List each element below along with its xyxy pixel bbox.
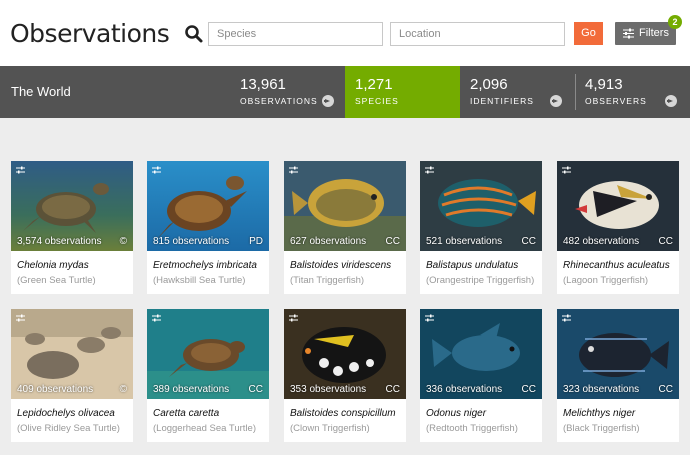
species-card[interactable]: 353 observations CC Balistoides conspici… [284,309,406,442]
license-label: © [119,384,127,395]
observers-label: OBSERVERS [585,96,647,106]
scientific-name[interactable]: Eretmochelys imbricata [153,260,257,271]
common-name: (Hawksbill Sea Turtle) [153,275,246,286]
scientific-name[interactable]: Balistoides conspicillum [290,408,396,419]
observation-count: 336 observations [426,384,503,395]
scientific-name[interactable]: Balistapus undulatus [426,260,518,271]
arrow-right-icon[interactable] [322,95,334,107]
sliders-icon [16,314,25,322]
common-name: (Redtooth Triggerfish) [426,423,518,434]
license-label: CC [521,236,536,247]
sliders-icon [16,166,25,174]
filters-label: Filters [639,27,669,39]
observation-count: 627 observations [290,236,367,247]
sliders-icon [289,314,298,322]
observation-count: 482 observations [563,236,640,247]
species-card[interactable]: 323 observations CC Melichthys niger (Bl… [557,309,679,442]
identifiers-count: 2,096 [470,76,508,93]
species-card[interactable]: 336 observations CC Odonus niger (Redtoo… [420,309,542,442]
stat-species[interactable]: 1,271 SPECIES [345,66,460,118]
sliders-icon [425,314,434,322]
species-card[interactable]: 815 observations PD Eretmochelys imbrica… [147,161,269,294]
observation-count: 521 observations [426,236,503,247]
license-label: CC [385,384,400,395]
identifiers-label: IDENTIFIERS [470,96,534,106]
license-label: © [119,236,127,247]
species-input[interactable] [208,22,383,46]
license-label: CC [658,384,673,395]
sliders-icon [152,314,161,322]
observers-count: 4,913 [585,76,623,93]
page-title: Observations [10,19,170,48]
stat-observations[interactable]: 13,961 OBSERVATIONS [230,66,345,118]
scientific-name[interactable]: Caretta caretta [153,408,219,419]
common-name: (Titan Triggerfish) [290,275,365,286]
license-label: CC [248,384,263,395]
arrow-right-icon[interactable] [550,95,562,107]
species-label: SPECIES [355,96,399,106]
sliders-icon [623,28,634,39]
arrow-right-icon[interactable] [665,95,677,107]
observations-label: OBSERVATIONS [240,96,318,106]
filters-count-badge: 2 [668,15,682,29]
scientific-name[interactable]: Chelonia mydas [17,260,89,271]
stat-observers[interactable]: 4,913 OBSERVERS [575,66,690,118]
header: Observations Go Filters 2 [0,0,690,66]
common-name: (Green Sea Turtle) [17,275,96,286]
common-name: (Black Triggerfish) [563,423,640,434]
sliders-icon [152,166,161,174]
species-count: 1,271 [355,76,393,93]
common-name: (Loggerhead Sea Turtle) [153,423,256,434]
scientific-name[interactable]: Lepidochelys olivacea [17,408,115,419]
observation-count: 815 observations [153,236,230,247]
location-input[interactable] [390,22,565,46]
license-label: CC [521,384,536,395]
scientific-name[interactable]: Melichthys niger [563,408,635,419]
species-card[interactable]: 409 observations © Lepidochelys olivacea… [11,309,133,442]
stats-bar: The World 13,961 OBSERVATIONS 1,271 SPEC… [0,66,690,118]
search-icon[interactable] [184,24,204,44]
sliders-icon [562,314,571,322]
observation-count: 3,574 observations [17,236,102,247]
species-card[interactable]: 521 observations CC Balistapus undulatus… [420,161,542,294]
stat-identifiers[interactable]: 2,096 IDENTIFIERS [460,66,575,118]
license-label: CC [658,236,673,247]
license-label: CC [385,236,400,247]
common-name: (Lagoon Triggerfish) [563,275,649,286]
sliders-icon [289,166,298,174]
species-card[interactable]: 482 observations CC Rhinecanthus aculeat… [557,161,679,294]
observations-count: 13,961 [240,76,286,93]
go-button[interactable]: Go [574,22,603,45]
observation-count: 353 observations [290,384,367,395]
species-card[interactable]: 3,574 observations © Chelonia mydas (Gre… [11,161,133,294]
species-card[interactable]: 627 observations CC Balistoides viridesc… [284,161,406,294]
place-name: The World [11,84,71,99]
common-name: (Orangestripe Triggerfish) [426,275,535,286]
observation-count: 409 observations [17,384,94,395]
filters-button[interactable]: Filters [615,22,676,45]
observation-count: 389 observations [153,384,230,395]
scientific-name[interactable]: Balistoides viridescens [290,260,391,271]
scientific-name[interactable]: Rhinecanthus aculeatus [563,260,670,271]
sliders-icon [562,166,571,174]
scientific-name[interactable]: Odonus niger [426,408,486,419]
common-name: (Olive Ridley Sea Turtle) [17,423,120,434]
species-card[interactable]: 389 observations CC Caretta caretta (Log… [147,309,269,442]
license-label: PD [249,236,263,247]
sliders-icon [425,166,434,174]
observation-count: 323 observations [563,384,640,395]
common-name: (Clown Triggerfish) [290,423,370,434]
